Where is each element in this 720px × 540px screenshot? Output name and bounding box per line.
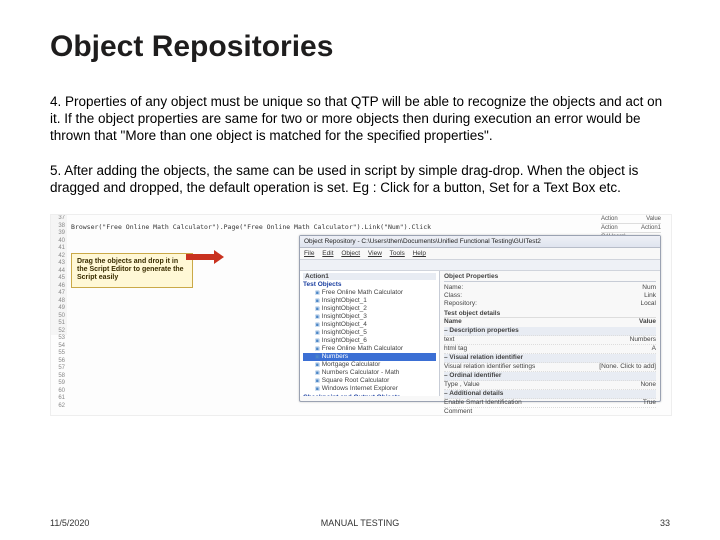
- object-properties-panel: Object Properties Name:Num Class:Link Re…: [440, 271, 660, 396]
- menu-tools[interactable]: Tools: [390, 250, 405, 257]
- object-repository-window: Object Repository - C:\Users\then\Docume…: [299, 235, 661, 402]
- drag-drop-callout: Drag the objects and drop it in the Scri…: [71, 253, 193, 287]
- footer-center: MANUAL TESTING: [50, 518, 670, 528]
- tree-item-numbers: Numbers: [303, 353, 436, 361]
- script-line: Browser("Free Online Math Calculator").P…: [71, 223, 431, 231]
- screenshot-mock: 37 38 39 40 41 42 43 44 45 46 47 48 49 5…: [50, 214, 672, 416]
- menu-object[interactable]: Object: [341, 250, 360, 257]
- line-number-gutter: 37 38 39 40 41 42 43 44 45 46 47 48 49 5…: [51, 215, 67, 335]
- window-title: Object Repository - C:\Users\then\Docume…: [300, 236, 660, 248]
- paragraph-4: 4. Properties of any object must be uniq…: [50, 94, 670, 145]
- callout-arrow-icon: [186, 250, 226, 264]
- menu-help[interactable]: Help: [413, 250, 426, 257]
- object-tree[interactable]: Action1 Test Objects Free Online Math Ca…: [300, 271, 440, 396]
- menu-view[interactable]: View: [368, 250, 382, 257]
- paragraph-5: 5. After adding the objects, the same ca…: [50, 163, 670, 197]
- menu-edit[interactable]: Edit: [322, 250, 333, 257]
- page-title: Object Repositories: [50, 30, 670, 64]
- menu-file[interactable]: File: [304, 250, 314, 257]
- toolbar: [300, 260, 660, 271]
- menu-bar: File Edit Object View Tools Help: [300, 248, 660, 260]
